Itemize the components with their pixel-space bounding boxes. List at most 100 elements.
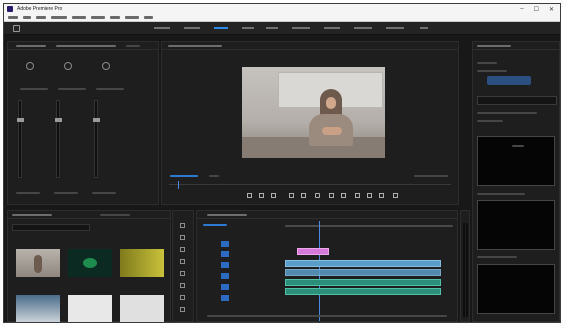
track-target-button[interactable] (221, 262, 229, 268)
workspace-tab[interactable] (242, 27, 254, 29)
pan-knob[interactable] (26, 62, 34, 70)
workspace-tab[interactable] (266, 27, 278, 29)
window-controls: – ☐ ✕ (520, 6, 560, 13)
audio-clip[interactable] (285, 288, 441, 295)
workspace-tab[interactable] (292, 27, 310, 29)
menu-bar (4, 14, 560, 22)
fit-dropdown[interactable] (209, 175, 219, 177)
monitor-timecode (170, 175, 198, 177)
effect-preview[interactable] (477, 200, 555, 250)
play-icon[interactable] (315, 193, 320, 198)
step-forward-icon[interactable] (329, 193, 334, 198)
bin-thumbnail[interactable] (120, 249, 164, 277)
type-tool-icon[interactable] (180, 307, 185, 312)
track-target-button[interactable] (221, 295, 229, 301)
extract-icon[interactable] (367, 193, 372, 198)
workspace-tab[interactable] (184, 27, 200, 29)
pan-knob[interactable] (102, 62, 110, 70)
track-target-button[interactable] (221, 251, 229, 257)
volume-fader[interactable] (93, 118, 100, 122)
workspace-tab[interactable] (324, 27, 340, 29)
panel-header (8, 42, 158, 50)
menu-item[interactable] (125, 16, 139, 19)
menu-item[interactable] (91, 16, 105, 19)
bin-thumbnail[interactable] (16, 249, 60, 277)
track-select-tool-icon[interactable] (180, 235, 185, 240)
close-button[interactable]: ✕ (549, 6, 554, 13)
title-clip[interactable] (297, 248, 329, 255)
razor-tool-icon[interactable] (180, 259, 185, 264)
workspaces-bar (4, 22, 560, 35)
workspace-tab[interactable] (420, 27, 428, 29)
menu-item[interactable] (36, 16, 46, 19)
pen-tool-icon[interactable] (180, 283, 185, 288)
bin-thumbnail[interactable] (16, 295, 60, 322)
video-clip[interactable] (285, 269, 441, 276)
mark-out-icon[interactable] (271, 193, 276, 198)
bin-thumbnail[interactable] (68, 249, 112, 277)
selection-tool-icon[interactable] (180, 223, 185, 228)
home-icon[interactable] (13, 25, 20, 32)
audio-clip-mixer-panel (7, 41, 159, 205)
workspace-tab-active[interactable] (214, 27, 228, 29)
audio-meter (56, 100, 60, 178)
panel-header (8, 211, 170, 219)
workspace-tab[interactable] (154, 27, 170, 29)
minimize-button[interactable]: – (520, 6, 523, 13)
volume-fader[interactable] (55, 118, 62, 122)
panel-header (473, 42, 559, 50)
effects-search-input[interactable] (477, 96, 557, 105)
maximize-button[interactable]: ☐ (534, 6, 539, 13)
audio-clip[interactable] (285, 279, 441, 286)
duration-timecode (414, 175, 448, 177)
audio-meter (18, 100, 22, 178)
menu-item[interactable] (51, 16, 67, 19)
title-bar: Adobe Premiere Pro – ☐ ✕ (4, 4, 560, 14)
menu-item[interactable] (8, 16, 18, 19)
program-monitor-video (242, 67, 385, 158)
track-target-button[interactable] (221, 284, 229, 290)
marker-icon[interactable] (247, 193, 252, 198)
hand-tool-icon[interactable] (180, 295, 185, 300)
bin-thumbnail[interactable] (68, 295, 112, 322)
effect-preset-button[interactable] (487, 76, 531, 85)
slip-tool-icon[interactable] (180, 271, 185, 276)
window-title: Adobe Premiere Pro (17, 6, 63, 12)
menu-item[interactable] (23, 16, 31, 19)
tools-panel (172, 210, 194, 322)
effects-panel (472, 41, 560, 322)
presenter-hands (322, 127, 342, 135)
workspace-tab[interactable] (354, 27, 372, 29)
export-frame-icon[interactable] (379, 193, 384, 198)
bin-search-input[interactable] (12, 224, 90, 231)
volume-fader[interactable] (17, 118, 24, 122)
track-target-button[interactable] (221, 273, 229, 279)
timeline-timecode (203, 224, 227, 226)
monitor-playhead[interactable] (178, 181, 179, 189)
ripple-edit-tool-icon[interactable] (180, 247, 185, 252)
pan-knob[interactable] (64, 62, 72, 70)
menu-item[interactable] (144, 16, 153, 19)
monitor-scrub-bar[interactable] (169, 184, 451, 185)
go-to-in-icon[interactable] (289, 193, 294, 198)
effect-preview[interactable] (477, 136, 555, 186)
audio-meter (94, 100, 98, 178)
effect-preview[interactable] (477, 264, 555, 314)
button-editor-icon[interactable] (393, 193, 398, 198)
mark-in-icon[interactable] (259, 193, 264, 198)
go-to-out-icon[interactable] (341, 193, 346, 198)
menu-item[interactable] (110, 16, 120, 19)
panel-header (162, 42, 458, 50)
audio-meters-panel (460, 210, 470, 322)
lift-icon[interactable] (355, 193, 360, 198)
video-clip[interactable] (285, 260, 441, 267)
track-target-button[interactable] (221, 241, 229, 247)
timeline-panel (196, 210, 458, 322)
step-back-icon[interactable] (301, 193, 306, 198)
menu-item[interactable] (72, 16, 86, 19)
workspace-tab[interactable] (386, 27, 404, 29)
timeline-ruler[interactable] (285, 225, 453, 227)
bin-thumbnail[interactable] (120, 295, 164, 322)
project-bin-panel (7, 210, 171, 322)
timeline-scrollbar[interactable] (207, 315, 447, 317)
